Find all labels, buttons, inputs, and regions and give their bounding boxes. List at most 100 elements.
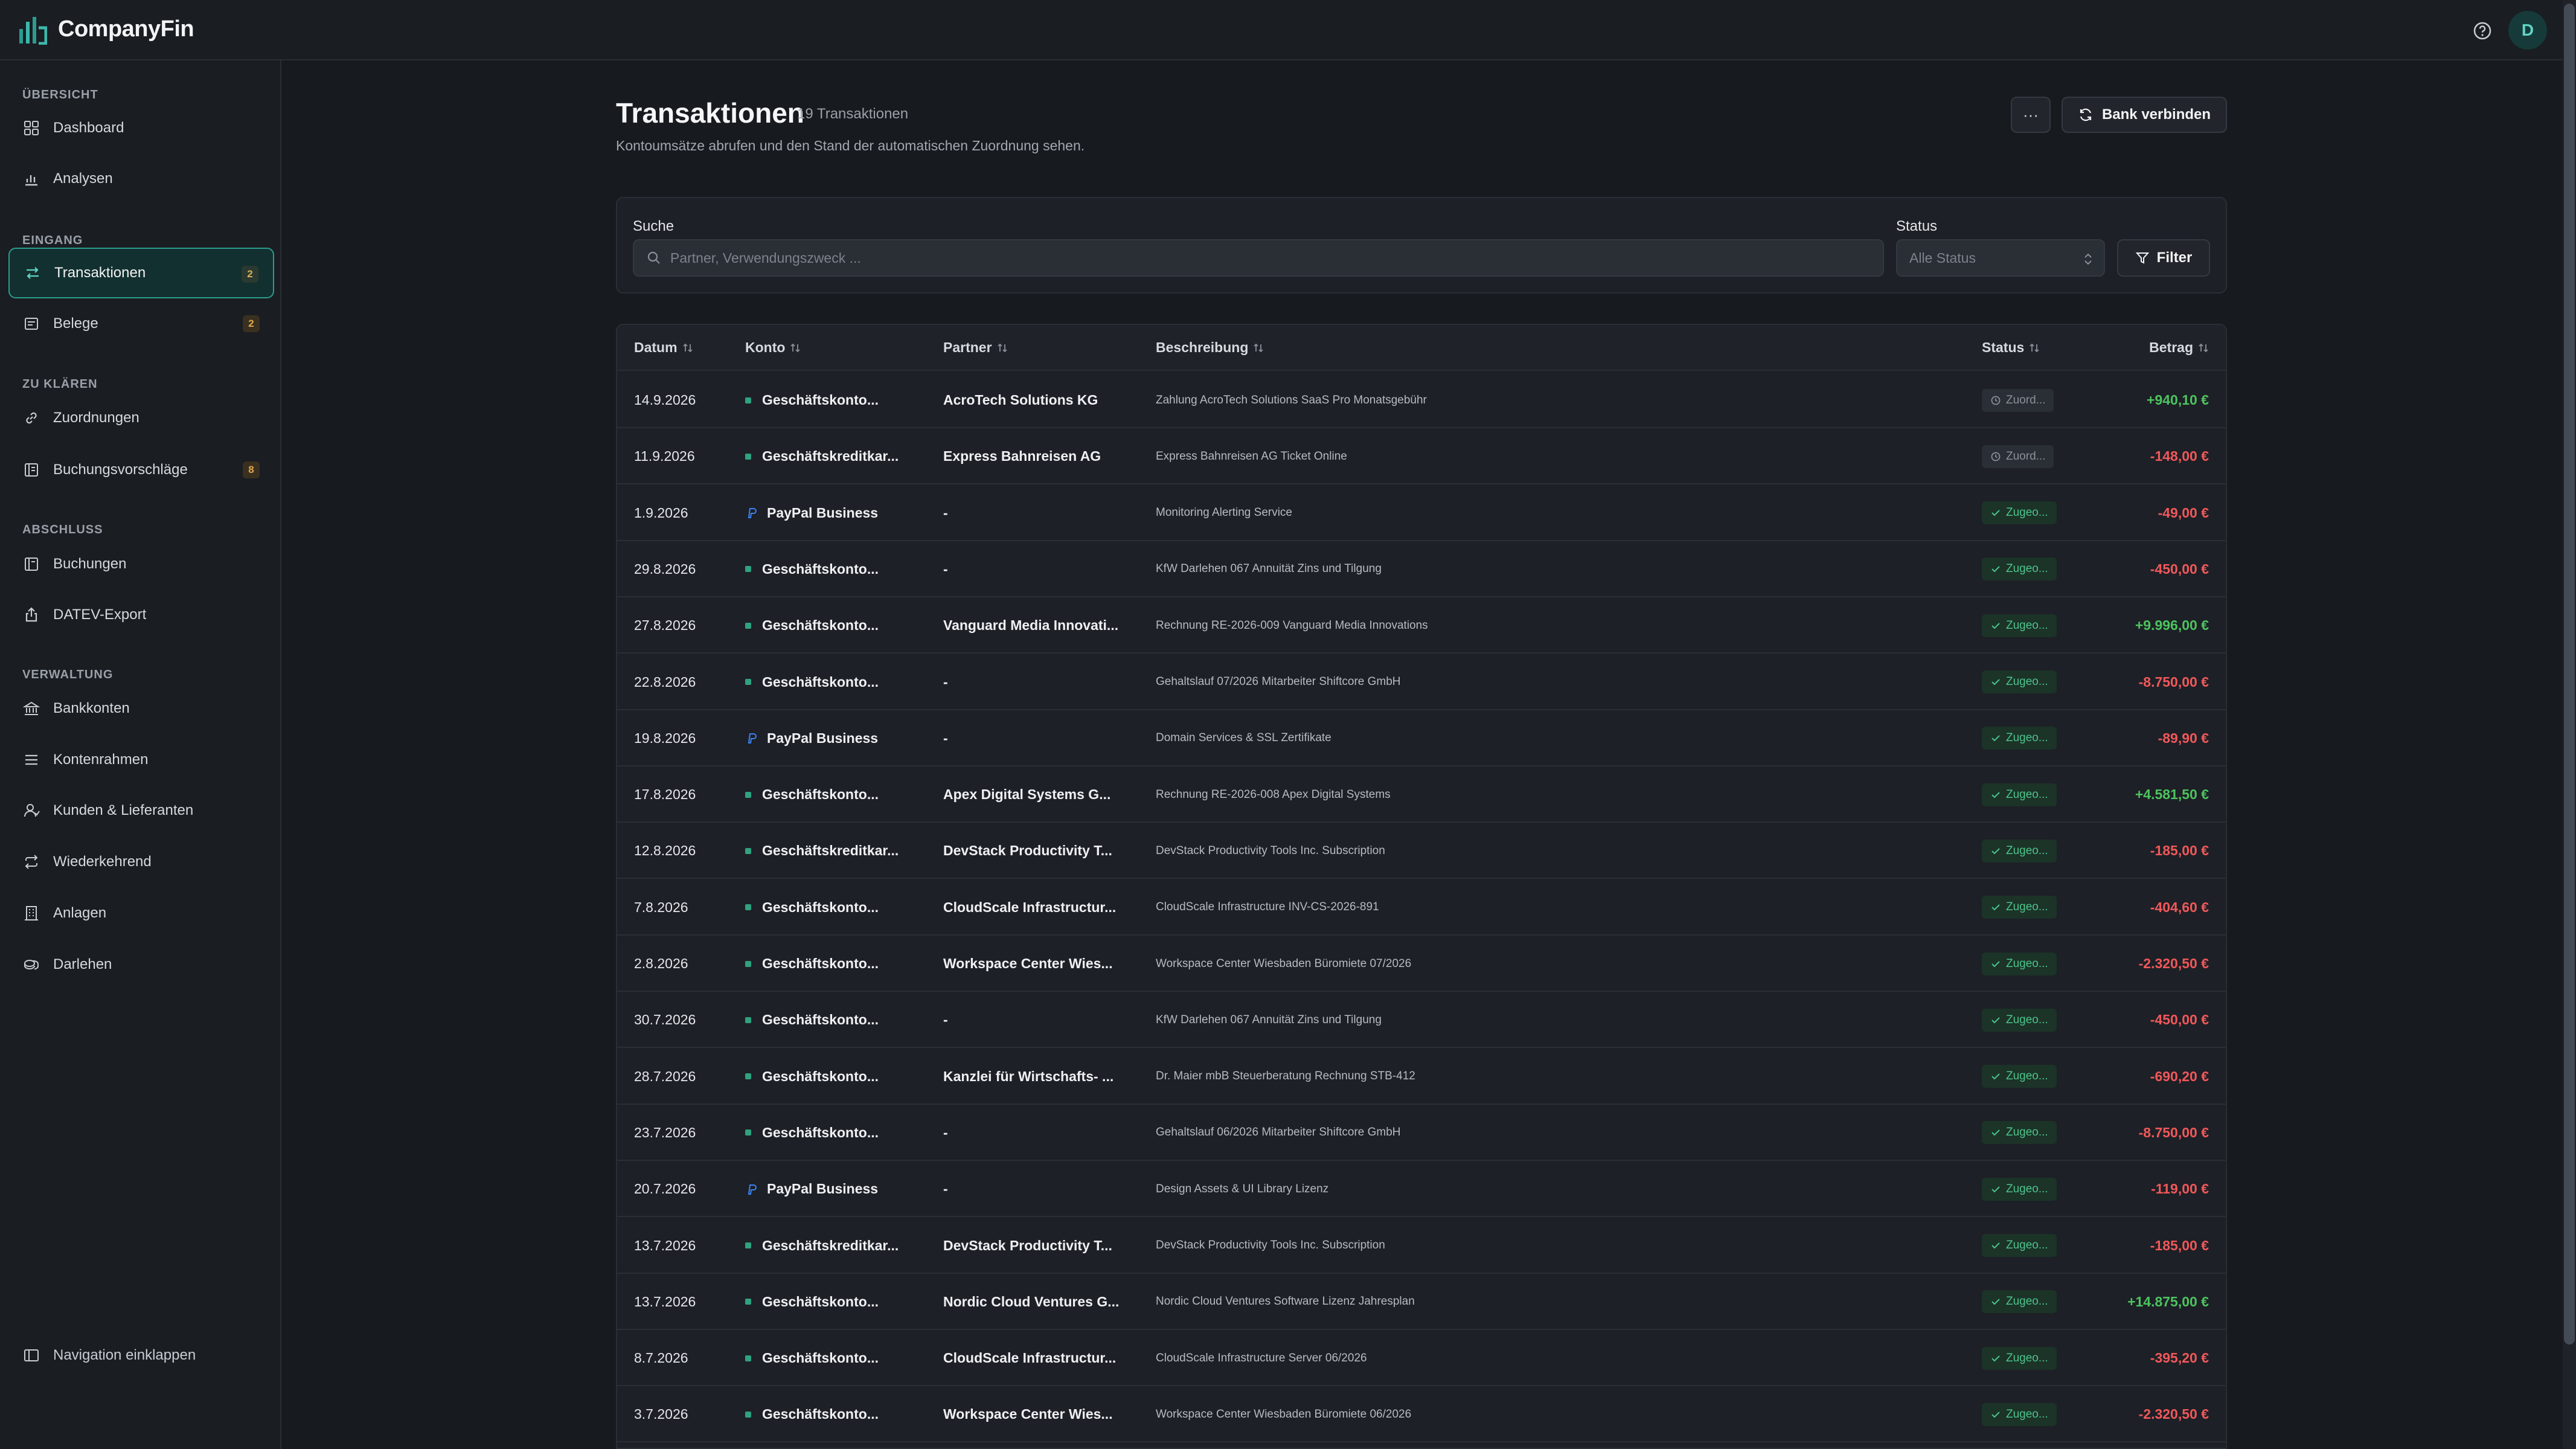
table-row[interactable]: 13.7.2026 Geschäftskonto... Nordic Cloud V…: [617, 1274, 2226, 1330]
status-text: Zugeo...: [2006, 731, 2048, 745]
user-avatar[interactable]: D: [2508, 11, 2547, 50]
cell-amount: -148,00 €: [2150, 448, 2209, 464]
bank-account-icon: [745, 622, 751, 629]
cell-amount: -185,00 €: [2150, 1237, 2209, 1253]
table-row[interactable]: 20.7.2026 PayPal Business - Design Assets &…: [617, 1161, 2226, 1218]
cell-konto: Geschäftskreditkar...: [745, 428, 926, 484]
sidebar-item-dashboard[interactable]: Dashboard: [8, 103, 274, 153]
cell-partner: Apex Digital Systems G...: [943, 786, 1111, 803]
section-label-overview: ÜBERSICHT: [22, 88, 98, 101]
cell-date: 2.8.2026: [634, 956, 688, 971]
search-field[interactable]: [633, 239, 1884, 277]
table-row[interactable]: 14.9.2026 Geschäftskonto... AcroTech Solut…: [617, 372, 2226, 428]
status-text: Zugeo...: [2006, 1407, 2048, 1421]
table-row[interactable]: 13.7.2026 Geschäftskreditkar... DevStack P…: [617, 1218, 2226, 1274]
status-text: Zugeo...: [2006, 1182, 2048, 1195]
konto-name: Geschäftskonto...: [762, 1012, 879, 1028]
check-icon: [1991, 510, 2000, 516]
table-row[interactable]: 23.7.2026 Geschäftskonto... - Gehaltslauf 0…: [617, 1105, 2226, 1161]
cell-description: Workspace Center Wiesbaden Büromiete 07/…: [1156, 957, 1412, 970]
search-input[interactable]: [670, 249, 1818, 266]
sidebar-item-zuordnungen[interactable]: Zuordnungen: [8, 393, 274, 443]
table-row[interactable]: 19.8.2026 PayPal Business - Domain Services…: [617, 710, 2226, 766]
connect-bank-button[interactable]: Bank verbinden: [2062, 97, 2227, 133]
column-header-status[interactable]: Status: [1982, 339, 2040, 356]
table-row[interactable]: 7.8.2026 Geschäftskonto... CloudScale Infr…: [617, 879, 2226, 936]
table-row[interactable]: 3.7.2026 Geschäftskonto... Workspace Cente…: [617, 1386, 2226, 1443]
section-label-to-clarify: ZU KLÄREN: [22, 378, 98, 391]
sidebar-item-transaktionen[interactable]: Transaktionen 2: [8, 248, 274, 298]
column-label: Konto: [745, 339, 786, 355]
sidebar-item-anlagen[interactable]: Anlagen: [8, 888, 274, 939]
table-row[interactable]: 27.8.2026 Geschäftskonto... Vanguard Media…: [617, 597, 2226, 654]
cell-konto: PayPal Business: [745, 710, 926, 766]
table-row[interactable]: 28.7.2026 Geschäftskonto... Kanzlei für Wi…: [617, 1049, 2226, 1105]
cell-description: KfW Darlehen 067 Annuität Zins und Tilgu…: [1156, 562, 1382, 576]
konto-name: Geschäftskonto...: [762, 1350, 879, 1366]
bank-account-icon: [745, 1129, 751, 1136]
table-row[interactable]: 22.8.2026 Geschäftskonto... - Gehaltslauf 0…: [617, 654, 2226, 710]
help-icon[interactable]: [2472, 21, 2493, 41]
bank-account-icon: [745, 679, 751, 685]
cell-description: Domain Services & SSL Zertifikate: [1156, 731, 1331, 745]
column-header-amount[interactable]: Betrag: [2149, 339, 2209, 356]
table-row[interactable]: 8.7.2026 Geschäftskonto... CloudScale Infr…: [617, 1330, 2226, 1387]
status-badge: Zuord...: [1982, 388, 2054, 412]
sidebar-item-wiederkehrend[interactable]: Wiederkehrend: [8, 837, 274, 887]
sidebar-item-kunden-lieferanten[interactable]: Kunden & Lieferanten: [8, 785, 274, 836]
cell-amount: -395,20 €: [2150, 1350, 2209, 1366]
sidebar-item-label: Zuordnungen: [53, 410, 139, 426]
book-icon: [25, 557, 38, 571]
sidebar-item-datev-export[interactable]: DATEV-Export: [8, 590, 274, 640]
konto-name: PayPal Business: [767, 730, 879, 746]
cell-konto: Geschäftskonto...: [745, 597, 926, 654]
column-header-date[interactable]: Datum: [634, 339, 693, 356]
bank-account-icon: [745, 1355, 751, 1361]
cell-partner: DevStack Productivity T...: [943, 1237, 1112, 1253]
table-row[interactable]: 29.8.2026 Geschäftskonto... - KfW Darlehen …: [617, 541, 2226, 597]
status-text: Zugeo...: [2006, 788, 2048, 801]
sidebar-item-buchungsvorschlaege[interactable]: Buchungsvorschläge 8: [8, 445, 274, 495]
column-header-description[interactable]: Beschreibung: [1156, 339, 1264, 356]
cell-description: Workspace Center Wiesbaden Büromiete 06/…: [1156, 1407, 1412, 1421]
sidebar-item-buchungen[interactable]: Buchungen: [8, 539, 274, 590]
sidebar-item-analysen[interactable]: Analysen: [8, 153, 274, 204]
collapse-navigation-button[interactable]: Navigation einklappen: [23, 1347, 196, 1364]
cell-description: CloudScale Infrastructure Server 06/2026: [1156, 1351, 1367, 1364]
status-badge: Zugeo...: [1982, 1121, 2057, 1145]
sidebar-item-darlehen[interactable]: Darlehen: [8, 939, 274, 990]
status-text: Zugeo...: [2006, 1295, 2048, 1308]
section-label-closing: ABSCHLUSS: [22, 523, 103, 536]
table-row[interactable]: 17.8.2026 Geschäftskonto... Apex Digital S…: [617, 766, 2226, 823]
konto-name: PayPal Business: [767, 504, 879, 521]
table-row[interactable]: 12.8.2026 Geschäftskreditkar... DevStack P…: [617, 823, 2226, 879]
status-select[interactable]: Alle Status: [1896, 239, 2105, 277]
table-row[interactable]: 30.7.2026 Geschäftskonto... - KfW Darlehen …: [617, 992, 2226, 1049]
transaction-count: 19 Transaktionen: [797, 106, 909, 122]
status-select-value: Alle Status: [1909, 249, 1976, 266]
link-icon: [26, 412, 37, 424]
clock-icon: [1991, 396, 2001, 405]
cell-partner: Nordic Cloud Ventures G...: [943, 1293, 1120, 1309]
count-badge: 8: [243, 461, 260, 478]
cell-description: Gehaltslauf 07/2026 Mitarbeiter Shiftcor…: [1156, 675, 1401, 688]
column-header-partner[interactable]: Partner: [943, 339, 1008, 356]
sidebar-item-label: Bankkonten: [53, 700, 130, 716]
sidebar-item-kontenrahmen[interactable]: Kontenrahmen: [8, 734, 274, 785]
cell-description: Zahlung AcroTech Solutions SaaS Pro Mona…: [1156, 393, 1427, 406]
status-text: Zugeo...: [2006, 618, 2048, 632]
cell-date: 27.8.2026: [634, 617, 696, 634]
table-row[interactable]: 11.9.2026 Geschäftskreditkar... Express Ba…: [617, 428, 2226, 485]
table-row[interactable]: 1.9.2026 PayPal Business - Monitoring Alert…: [617, 485, 2226, 541]
cell-description: Rechnung RE-2026-008 Apex Digital System…: [1156, 788, 1391, 801]
table-row[interactable]: 2.8.2026 Geschäftskonto... Workspace Cente…: [617, 936, 2226, 992]
sidebar-item-bankkonten[interactable]: Bankkonten: [8, 683, 274, 734]
sidebar-item-belege[interactable]: Belege 2: [8, 298, 274, 349]
more-options-button[interactable]: ···: [2011, 97, 2051, 133]
column-header-konto[interactable]: Konto: [745, 339, 801, 356]
grid-icon: [24, 121, 39, 135]
cell-amount: -49,00 €: [2158, 504, 2209, 521]
scrollbar-thumb[interactable]: [2564, 4, 2575, 1345]
bank-account-icon: [745, 1299, 751, 1305]
filter-button[interactable]: Filter: [2117, 239, 2210, 277]
